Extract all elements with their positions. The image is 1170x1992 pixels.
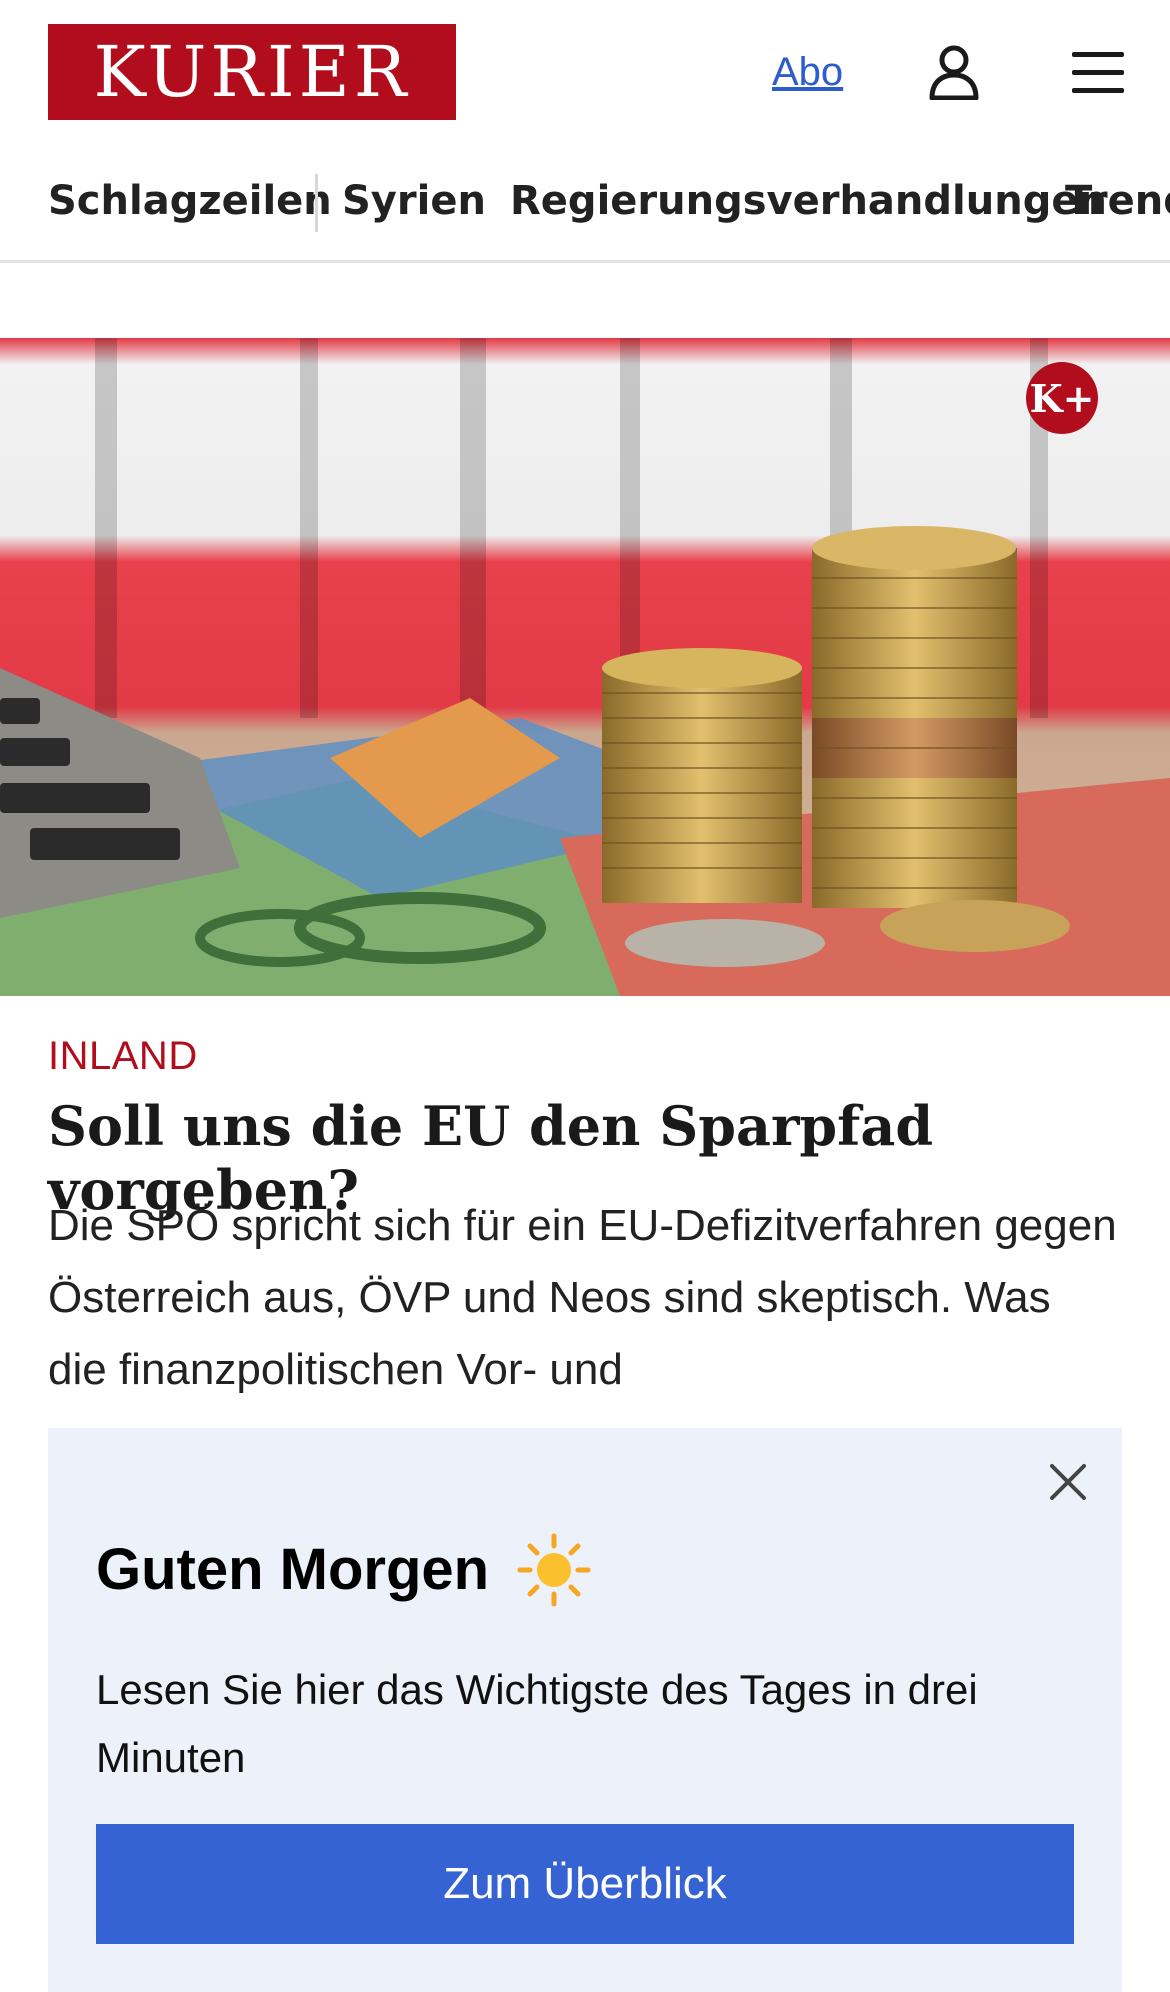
- abo-link[interactable]: Abo: [772, 50, 843, 95]
- nav-item-syrien[interactable]: Syrien: [342, 178, 486, 224]
- article-category[interactable]: INLAND: [48, 1034, 198, 1079]
- kplus-premium-badge: K+: [1026, 362, 1098, 434]
- topic-nav: Schlagzeilen Syrien Regierungsverhandlun…: [0, 164, 1170, 263]
- user-icon[interactable]: [928, 44, 980, 100]
- zum-ueberblick-button[interactable]: Zum Überblick: [96, 1824, 1074, 1944]
- popup-description: Lesen Sie hier das Wichtigste des Tages …: [96, 1666, 978, 1781]
- kurier-logo[interactable]: KURIER: [48, 24, 456, 120]
- hamburger-menu-icon[interactable]: [1072, 50, 1124, 94]
- nav-item-trend[interactable]: Trend: [1065, 178, 1170, 224]
- nav-item-schlagzeilen[interactable]: Schlagzeilen: [48, 178, 332, 224]
- nav-item-regierungsverhandlungen[interactable]: Regierungsverhandlungen: [510, 178, 1107, 224]
- article-hero-image[interactable]: [0, 338, 1170, 996]
- coins-and-banknotes-image: [0, 338, 1170, 996]
- sun-icon: [517, 1533, 591, 1607]
- site-header: KURIER Abo: [0, 0, 1170, 150]
- close-icon[interactable]: [1046, 1460, 1090, 1504]
- article-teaser[interactable]: Die SPÖ spricht sich für ein EU-Defizitv…: [48, 1190, 1118, 1406]
- nav-divider: [315, 174, 318, 232]
- popup-title: Guten Morgen: [96, 1537, 490, 1602]
